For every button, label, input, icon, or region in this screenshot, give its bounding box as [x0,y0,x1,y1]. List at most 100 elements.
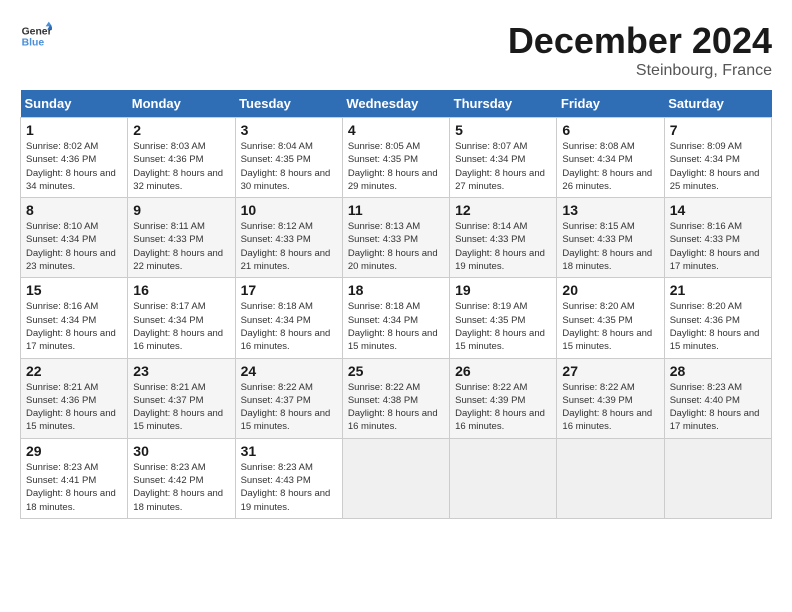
header: General Blue December 2024 Steinbourg, F… [20,20,772,80]
day-number: 4 [348,122,444,138]
calendar-day-cell: 3 Sunrise: 8:04 AMSunset: 4:35 PMDayligh… [235,118,342,198]
calendar-day-cell: 4 Sunrise: 8:05 AMSunset: 4:35 PMDayligh… [342,118,449,198]
day-info: Sunrise: 8:22 AMSunset: 4:39 PMDaylight:… [455,382,545,433]
calendar-day-cell: 20 Sunrise: 8:20 AMSunset: 4:35 PMDaylig… [557,278,664,358]
day-number: 28 [670,363,766,379]
calendar-day-cell: 12 Sunrise: 8:14 AMSunset: 4:33 PMDaylig… [450,198,557,278]
calendar-day-cell: 13 Sunrise: 8:15 AMSunset: 4:33 PMDaylig… [557,198,664,278]
day-number: 27 [562,363,658,379]
calendar-day-cell [664,438,771,518]
calendar-day-cell: 1 Sunrise: 8:02 AMSunset: 4:36 PMDayligh… [21,118,128,198]
header-sunday: Sunday [21,90,128,118]
day-info: Sunrise: 8:09 AMSunset: 4:34 PMDaylight:… [670,141,760,192]
header-tuesday: Tuesday [235,90,342,118]
day-info: Sunrise: 8:05 AMSunset: 4:35 PMDaylight:… [348,141,438,192]
day-number: 1 [26,122,122,138]
day-number: 15 [26,282,122,298]
calendar-day-cell: 28 Sunrise: 8:23 AMSunset: 4:40 PMDaylig… [664,358,771,438]
day-number: 5 [455,122,551,138]
calendar-day-cell: 22 Sunrise: 8:21 AMSunset: 4:36 PMDaylig… [21,358,128,438]
header-thursday: Thursday [450,90,557,118]
day-info: Sunrise: 8:23 AMSunset: 4:40 PMDaylight:… [670,382,760,433]
calendar-day-cell: 23 Sunrise: 8:21 AMSunset: 4:37 PMDaylig… [128,358,235,438]
calendar-day-cell: 27 Sunrise: 8:22 AMSunset: 4:39 PMDaylig… [557,358,664,438]
day-info: Sunrise: 8:22 AMSunset: 4:37 PMDaylight:… [241,382,331,433]
day-info: Sunrise: 8:11 AMSunset: 4:33 PMDaylight:… [133,221,223,272]
day-number: 14 [670,202,766,218]
day-number: 6 [562,122,658,138]
day-info: Sunrise: 8:23 AMSunset: 4:41 PMDaylight:… [26,462,116,513]
day-info: Sunrise: 8:03 AMSunset: 4:36 PMDaylight:… [133,141,223,192]
day-number: 18 [348,282,444,298]
day-number: 24 [241,363,337,379]
calendar-week-row: 15 Sunrise: 8:16 AMSunset: 4:34 PMDaylig… [21,278,772,358]
calendar-day-cell: 5 Sunrise: 8:07 AMSunset: 4:34 PMDayligh… [450,118,557,198]
calendar-day-cell: 18 Sunrise: 8:18 AMSunset: 4:34 PMDaylig… [342,278,449,358]
calendar-day-cell: 16 Sunrise: 8:17 AMSunset: 4:34 PMDaylig… [128,278,235,358]
day-info: Sunrise: 8:22 AMSunset: 4:38 PMDaylight:… [348,382,438,433]
logo: General Blue [20,20,52,52]
calendar-day-cell: 9 Sunrise: 8:11 AMSunset: 4:33 PMDayligh… [128,198,235,278]
day-info: Sunrise: 8:17 AMSunset: 4:34 PMDaylight:… [133,301,223,352]
day-info: Sunrise: 8:07 AMSunset: 4:34 PMDaylight:… [455,141,545,192]
day-number: 29 [26,443,122,459]
day-number: 12 [455,202,551,218]
calendar-day-cell: 15 Sunrise: 8:16 AMSunset: 4:34 PMDaylig… [21,278,128,358]
day-info: Sunrise: 8:04 AMSunset: 4:35 PMDaylight:… [241,141,331,192]
day-number: 10 [241,202,337,218]
day-info: Sunrise: 8:20 AMSunset: 4:35 PMDaylight:… [562,301,652,352]
day-number: 26 [455,363,551,379]
header-friday: Friday [557,90,664,118]
day-number: 3 [241,122,337,138]
calendar-day-cell: 30 Sunrise: 8:23 AMSunset: 4:42 PMDaylig… [128,438,235,518]
calendar-day-cell [557,438,664,518]
day-info: Sunrise: 8:08 AMSunset: 4:34 PMDaylight:… [562,141,652,192]
header-wednesday: Wednesday [342,90,449,118]
calendar-week-row: 22 Sunrise: 8:21 AMSunset: 4:36 PMDaylig… [21,358,772,438]
calendar-week-row: 8 Sunrise: 8:10 AMSunset: 4:34 PMDayligh… [21,198,772,278]
calendar-day-cell: 26 Sunrise: 8:22 AMSunset: 4:39 PMDaylig… [450,358,557,438]
day-info: Sunrise: 8:20 AMSunset: 4:36 PMDaylight:… [670,301,760,352]
day-number: 11 [348,202,444,218]
day-number: 21 [670,282,766,298]
day-number: 13 [562,202,658,218]
day-info: Sunrise: 8:18 AMSunset: 4:34 PMDaylight:… [348,301,438,352]
calendar-day-cell: 19 Sunrise: 8:19 AMSunset: 4:35 PMDaylig… [450,278,557,358]
day-info: Sunrise: 8:10 AMSunset: 4:34 PMDaylight:… [26,221,116,272]
calendar-day-cell: 25 Sunrise: 8:22 AMSunset: 4:38 PMDaylig… [342,358,449,438]
day-number: 20 [562,282,658,298]
calendar-day-cell: 29 Sunrise: 8:23 AMSunset: 4:41 PMDaylig… [21,438,128,518]
day-number: 23 [133,363,229,379]
calendar-day-cell: 21 Sunrise: 8:20 AMSunset: 4:36 PMDaylig… [664,278,771,358]
day-info: Sunrise: 8:12 AMSunset: 4:33 PMDaylight:… [241,221,331,272]
calendar-day-cell: 14 Sunrise: 8:16 AMSunset: 4:33 PMDaylig… [664,198,771,278]
day-number: 16 [133,282,229,298]
day-info: Sunrise: 8:14 AMSunset: 4:33 PMDaylight:… [455,221,545,272]
logo-icon: General Blue [20,20,52,52]
svg-text:Blue: Blue [22,38,45,49]
day-number: 2 [133,122,229,138]
day-number: 19 [455,282,551,298]
day-info: Sunrise: 8:21 AMSunset: 4:36 PMDaylight:… [26,382,116,433]
day-number: 25 [348,363,444,379]
day-info: Sunrise: 8:02 AMSunset: 4:36 PMDaylight:… [26,141,116,192]
day-number: 22 [26,363,122,379]
calendar-day-cell: 24 Sunrise: 8:22 AMSunset: 4:37 PMDaylig… [235,358,342,438]
day-info: Sunrise: 8:16 AMSunset: 4:34 PMDaylight:… [26,301,116,352]
day-number: 17 [241,282,337,298]
day-info: Sunrise: 8:23 AMSunset: 4:42 PMDaylight:… [133,462,223,513]
calendar-day-cell [450,438,557,518]
calendar-day-cell: 6 Sunrise: 8:08 AMSunset: 4:34 PMDayligh… [557,118,664,198]
day-number: 9 [133,202,229,218]
day-number: 7 [670,122,766,138]
day-info: Sunrise: 8:22 AMSunset: 4:39 PMDaylight:… [562,382,652,433]
svg-text:General: General [22,26,52,37]
calendar-day-cell: 11 Sunrise: 8:13 AMSunset: 4:33 PMDaylig… [342,198,449,278]
weekday-header-row: Sunday Monday Tuesday Wednesday Thursday… [21,90,772,118]
header-monday: Monday [128,90,235,118]
day-number: 8 [26,202,122,218]
calendar-day-cell: 7 Sunrise: 8:09 AMSunset: 4:34 PMDayligh… [664,118,771,198]
calendar-container: General Blue December 2024 Steinbourg, F… [20,20,772,519]
day-info: Sunrise: 8:18 AMSunset: 4:34 PMDaylight:… [241,301,331,352]
calendar-day-cell: 8 Sunrise: 8:10 AMSunset: 4:34 PMDayligh… [21,198,128,278]
